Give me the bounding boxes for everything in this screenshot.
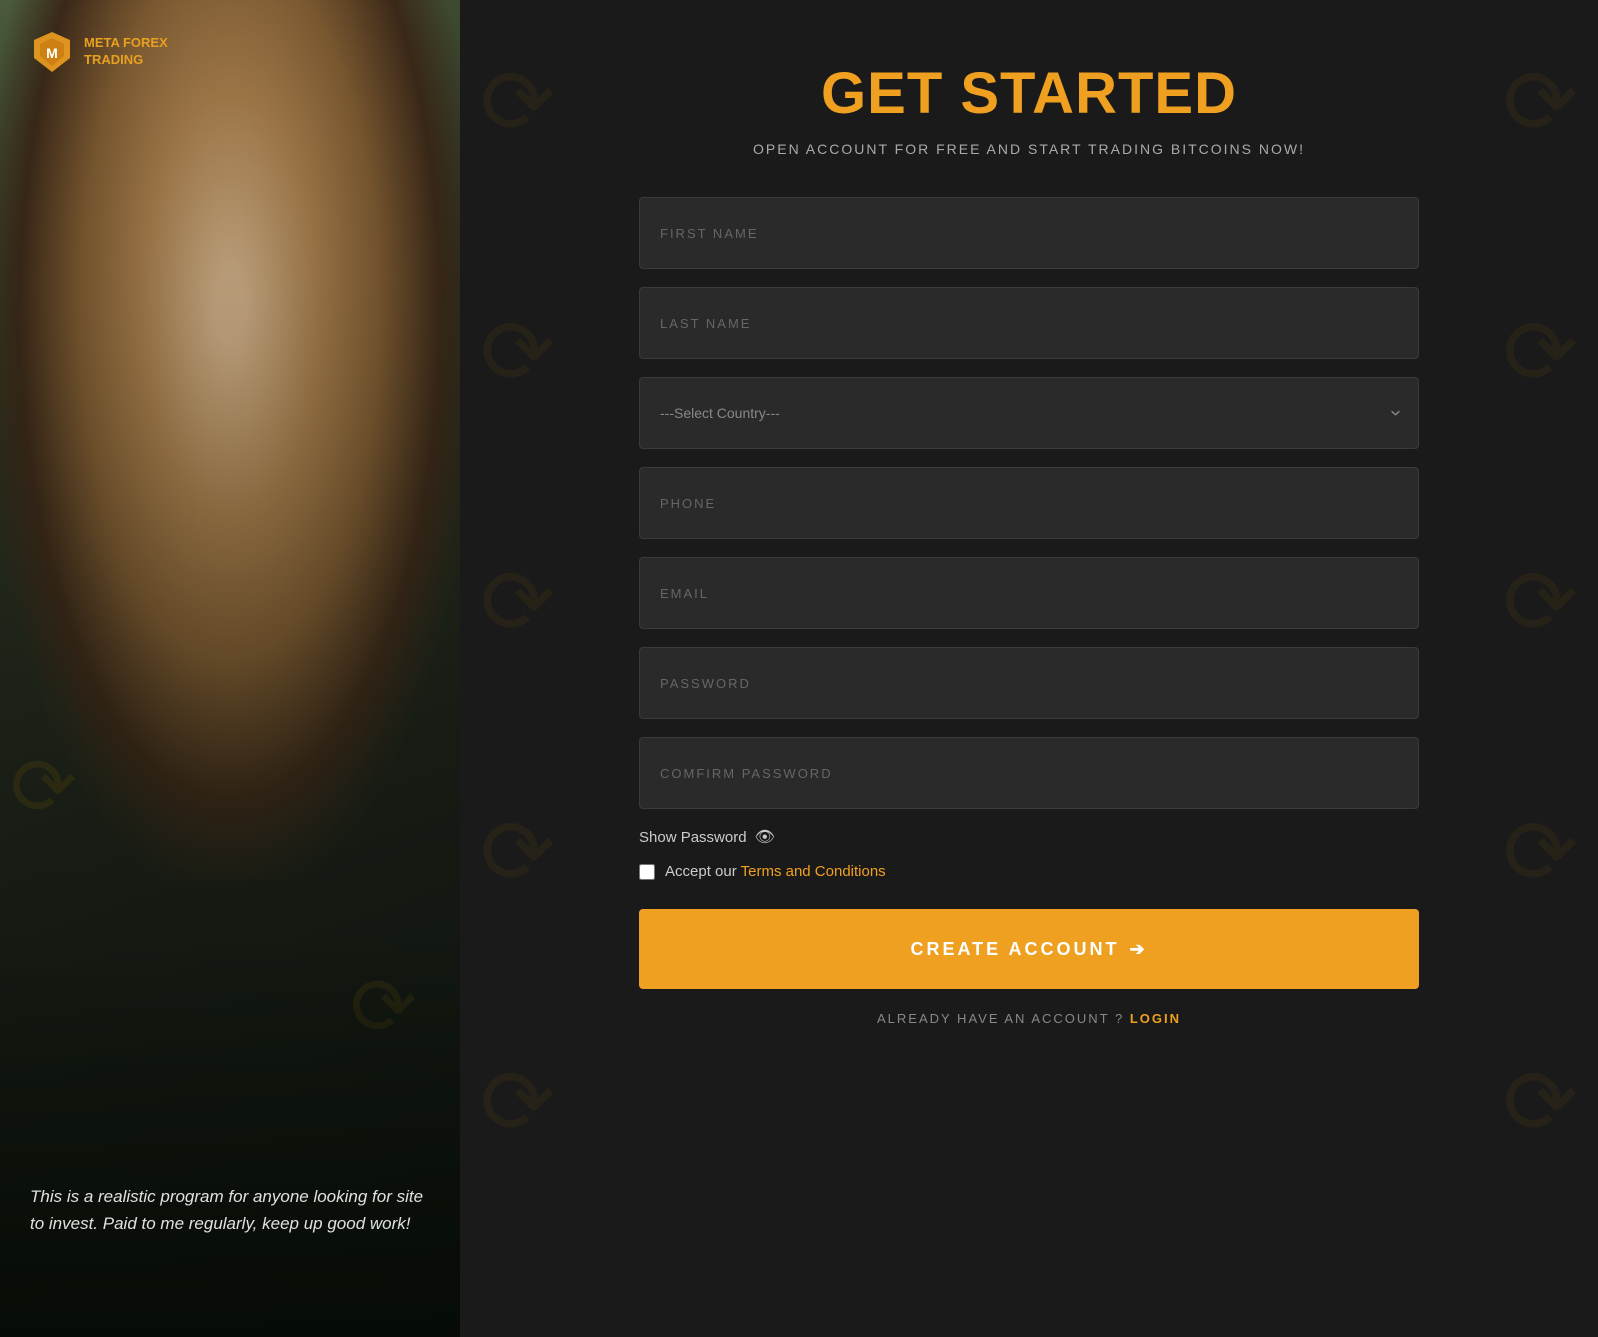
eye-icon: 👁 bbox=[755, 827, 775, 847]
logo-shield-icon: M bbox=[30, 30, 74, 74]
create-account-button[interactable]: CREATE ACCOUNT ➔ bbox=[639, 909, 1419, 989]
rw-icon-5: ⟳ bbox=[480, 550, 555, 655]
first-name-group bbox=[639, 197, 1419, 269]
email-input[interactable] bbox=[639, 557, 1419, 629]
show-password-label[interactable]: Show Password 👁 bbox=[639, 827, 775, 847]
subtitle: OPEN ACCOUNT FOR FREE AND START TRADING … bbox=[639, 141, 1419, 157]
login-link[interactable]: LOGIN bbox=[1130, 1011, 1181, 1026]
last-name-input[interactable] bbox=[639, 287, 1419, 359]
photo-overlay bbox=[0, 0, 460, 1337]
phone-group bbox=[639, 467, 1419, 539]
login-row: ALREADY HAVE AN ACCOUNT ? LOGIN bbox=[639, 1011, 1419, 1026]
terms-link[interactable]: Terms and Conditions bbox=[741, 863, 886, 880]
rw-icon-3: ⟳ bbox=[480, 300, 555, 405]
country-group: ---Select Country--- United States Unite… bbox=[639, 377, 1419, 449]
phone-input[interactable] bbox=[639, 467, 1419, 539]
svg-text:M: M bbox=[46, 45, 58, 61]
country-select[interactable]: ---Select Country--- United States Unite… bbox=[639, 377, 1419, 449]
password-group bbox=[639, 647, 1419, 719]
rw-icon-7: ⟳ bbox=[480, 800, 555, 905]
page-title: GET STARTED bbox=[639, 60, 1419, 127]
show-password-row: Show Password 👁 bbox=[639, 827, 1419, 847]
terms-checkbox[interactable] bbox=[639, 864, 655, 880]
email-group bbox=[639, 557, 1419, 629]
logo-area[interactable]: M META FOREX TRADING bbox=[30, 30, 168, 74]
testimonial-text: This is a realistic program for anyone l… bbox=[30, 1183, 430, 1237]
first-name-input[interactable] bbox=[639, 197, 1419, 269]
terms-row: Accept our Terms and Conditions bbox=[639, 863, 1419, 881]
rw-icon-2: ⟳ bbox=[1503, 50, 1578, 155]
right-panel: ⟳ ⟳ ⟳ ⟳ ⟳ ⟳ ⟳ ⟳ ⟳ ⟳ GET STARTED OPEN ACC… bbox=[460, 0, 1598, 1337]
last-name-group bbox=[639, 287, 1419, 359]
rw-icon-1: ⟳ bbox=[480, 50, 555, 155]
brand-name: META FOREX TRADING bbox=[84, 35, 168, 69]
rw-icon-8: ⟳ bbox=[1503, 800, 1578, 905]
rw-icon-4: ⟳ bbox=[1503, 300, 1578, 405]
rw-icon-10: ⟳ bbox=[1503, 1050, 1578, 1155]
rw-icon-9: ⟳ bbox=[480, 1050, 555, 1155]
form-content: GET STARTED OPEN ACCOUNT FOR FREE AND ST… bbox=[639, 60, 1419, 1026]
rw-icon-6: ⟳ bbox=[1503, 550, 1578, 655]
terms-label[interactable]: Accept our Terms and Conditions bbox=[665, 863, 886, 881]
confirm-password-group bbox=[639, 737, 1419, 809]
confirm-password-input[interactable] bbox=[639, 737, 1419, 809]
password-input[interactable] bbox=[639, 647, 1419, 719]
arrow-icon: ➔ bbox=[1129, 939, 1147, 960]
left-panel: ⟳ ⟳ ⟳ ⟳ ⟳ M META FOREX TRADING This is a… bbox=[0, 0, 460, 1337]
